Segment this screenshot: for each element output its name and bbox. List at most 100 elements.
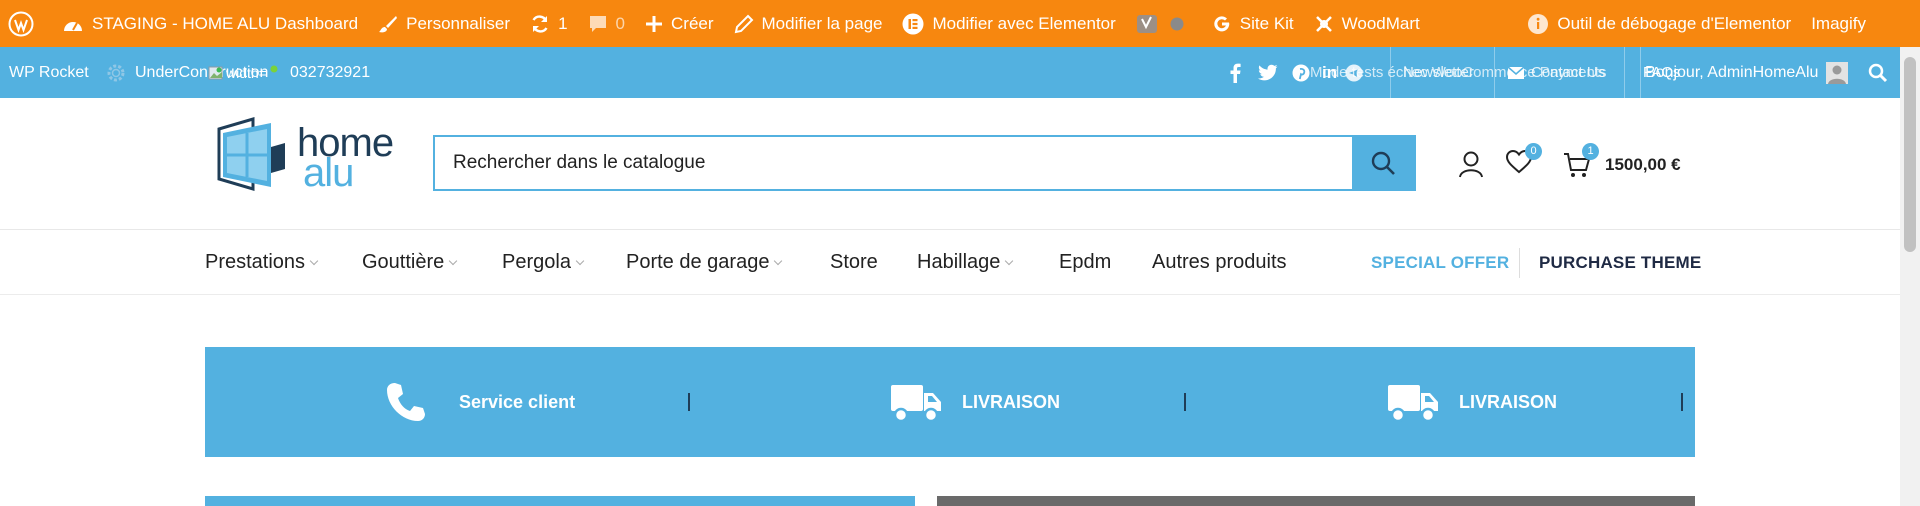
- chevron-down-icon: [449, 256, 458, 265]
- nav-item-pergola[interactable]: Pergola: [502, 230, 585, 295]
- imagify-label: Imagify: [1811, 13, 1866, 33]
- phone-icon: [387, 383, 425, 421]
- elementor-debug-button[interactable]: Outil de débogage d'Elementor: [1517, 0, 1801, 47]
- imagify-button[interactable]: Imagify: [1801, 0, 1876, 47]
- brush-icon: [379, 15, 398, 32]
- nav-item-gouttiere[interactable]: Gouttière: [362, 230, 458, 295]
- contact-us-link[interactable]: Contact Us: [1494, 47, 1605, 98]
- phone-number[interactable]: 032732921: [290, 47, 370, 98]
- logo-word-alu: alu: [303, 151, 354, 195]
- new-content-button[interactable]: Créer: [635, 0, 724, 47]
- site-header: home alu 0 1 1500,00 €: [0, 98, 1900, 230]
- cart-total: 1500,00 €: [1605, 155, 1681, 174]
- edit-elementor-button[interactable]: Modifier avec Elementor: [892, 0, 1125, 47]
- livraison-item[interactable]: LIVRAISON: [890, 347, 1060, 457]
- dashboard-icon: [64, 21, 82, 31]
- nav-item-store[interactable]: Store: [830, 230, 878, 295]
- edit-page-button[interactable]: Modifier la page: [724, 0, 893, 47]
- avatar: [1826, 61, 1849, 84]
- edit-page-label: Modifier la page: [761, 13, 883, 33]
- yoast-seo-button[interactable]: [1126, 0, 1202, 47]
- top-bar: WP Rocket UnderConstruction width= 03273…: [0, 47, 1900, 98]
- nav-item-porte-de-garage[interactable]: Porte de garage: [626, 230, 783, 295]
- plus-icon: [646, 15, 662, 32]
- special-offer-link[interactable]: SPECIAL OFFER: [1371, 230, 1509, 295]
- divider: [1390, 47, 1391, 98]
- nav-label: Prestations: [205, 251, 306, 273]
- cart-button[interactable]: 1 1500,00 €: [1563, 143, 1681, 180]
- seo-score-dot-icon: [1170, 17, 1184, 30]
- new-content-label: Créer: [671, 13, 714, 33]
- site-kit-button[interactable]: Site Kit: [1202, 0, 1304, 47]
- band-divider: [1681, 393, 1683, 411]
- wishlist-count-badge: 0: [1525, 143, 1542, 160]
- newsletter-label: Newsletter: [1403, 64, 1474, 81]
- envelope-icon: [1507, 65, 1525, 79]
- newsletter-link[interactable]: Newsletter: [1390, 47, 1474, 98]
- divider: [1624, 47, 1625, 98]
- google-g-icon: [1214, 15, 1230, 31]
- updates-count: 1: [558, 13, 568, 33]
- nav-divider: [1519, 248, 1520, 278]
- nav-label: Habillage: [917, 251, 1001, 273]
- wordpress-logo-button[interactable]: [0, 0, 52, 47]
- woodmart-label: WoodMart: [1341, 13, 1420, 33]
- nav-label: Gouttière: [362, 251, 445, 273]
- page-scrollbar[interactable]: [1900, 47, 1920, 506]
- woodmart-button[interactable]: WoodMart: [1304, 0, 1430, 47]
- site-name-label: STAGING - HOME ALU Dashboard: [92, 13, 359, 33]
- updates-button[interactable]: 1: [520, 0, 577, 47]
- elementor-debug-label: Outil de débogage d'Elementor: [1557, 13, 1792, 33]
- service-client-label: Service client: [459, 391, 576, 412]
- account-button[interactable]: [1458, 150, 1484, 183]
- wp-rocket-label: WP Rocket: [9, 63, 89, 81]
- admin-search-button[interactable]: [1868, 47, 1888, 98]
- pinterest-icon[interactable]: [1292, 64, 1310, 82]
- facebook-icon[interactable]: [1228, 63, 1242, 83]
- truck-icon: [891, 385, 941, 423]
- site-kit-label: Site Kit: [1239, 13, 1294, 33]
- scrollbar-thumb[interactable]: [1904, 57, 1916, 252]
- window-logo-icon: [217, 117, 285, 192]
- divider: [1640, 47, 1641, 98]
- nav-label: Porte de garage: [626, 251, 770, 273]
- livraison-item[interactable]: LIVRAISON: [1387, 347, 1557, 457]
- broken-image-alt-text: width=: [226, 64, 267, 81]
- comments-button[interactable]: 0: [578, 0, 635, 47]
- search-input[interactable]: [435, 137, 1352, 189]
- nav-item-prestations[interactable]: Prestations: [205, 230, 319, 295]
- broken-image-icon: [208, 66, 223, 79]
- band-divider: [688, 393, 690, 411]
- customize-label: Personnaliser: [406, 13, 511, 33]
- woodmart-icon: [1315, 15, 1332, 32]
- search-form: [433, 135, 1416, 191]
- elementor-icon: [902, 13, 924, 34]
- nav-item-habillage[interactable]: Habillage: [917, 230, 1014, 295]
- search-submit-button[interactable]: [1352, 137, 1414, 189]
- site-name-menu[interactable]: STAGING - HOME ALU Dashboard: [52, 0, 368, 47]
- purchase-theme-link[interactable]: PURCHASE THEME: [1539, 230, 1701, 295]
- customize-button[interactable]: Personnaliser: [368, 0, 520, 47]
- category-menu-header[interactable]: [205, 496, 915, 506]
- livraison-label: LIVRAISON: [1459, 391, 1558, 412]
- divider: [1494, 47, 1495, 98]
- site-logo[interactable]: home alu: [213, 117, 413, 197]
- chevron-down-icon: [774, 256, 783, 265]
- gear-icon: [107, 64, 125, 81]
- nav-label: Autres produits: [1152, 251, 1287, 273]
- status-dot-icon: [270, 65, 278, 72]
- purchase-theme-label: PURCHASE THEME: [1539, 252, 1702, 272]
- service-client-item[interactable]: Service client: [385, 347, 575, 457]
- wp-rocket-button[interactable]: WP Rocket: [9, 47, 89, 98]
- band-divider: [1184, 393, 1186, 411]
- nav-item-autres-produits[interactable]: Autres produits: [1152, 230, 1287, 295]
- twitter-icon[interactable]: [1258, 64, 1278, 82]
- yoast-icon: [1136, 14, 1157, 33]
- greeting-label: Bonjour, AdminHomeAlu: [1645, 63, 1819, 81]
- wishlist-button[interactable]: 0: [1505, 143, 1546, 180]
- page: STAGING - HOME ALU Dashboard Personnalis…: [0, 0, 1920, 506]
- account-greeting[interactable]: Bonjour, AdminHomeAlu: [1640, 47, 1849, 98]
- hero-slider-image: [937, 496, 1695, 506]
- nav-item-epdm[interactable]: Epdm: [1059, 230, 1111, 295]
- truck-icon: [1388, 385, 1438, 423]
